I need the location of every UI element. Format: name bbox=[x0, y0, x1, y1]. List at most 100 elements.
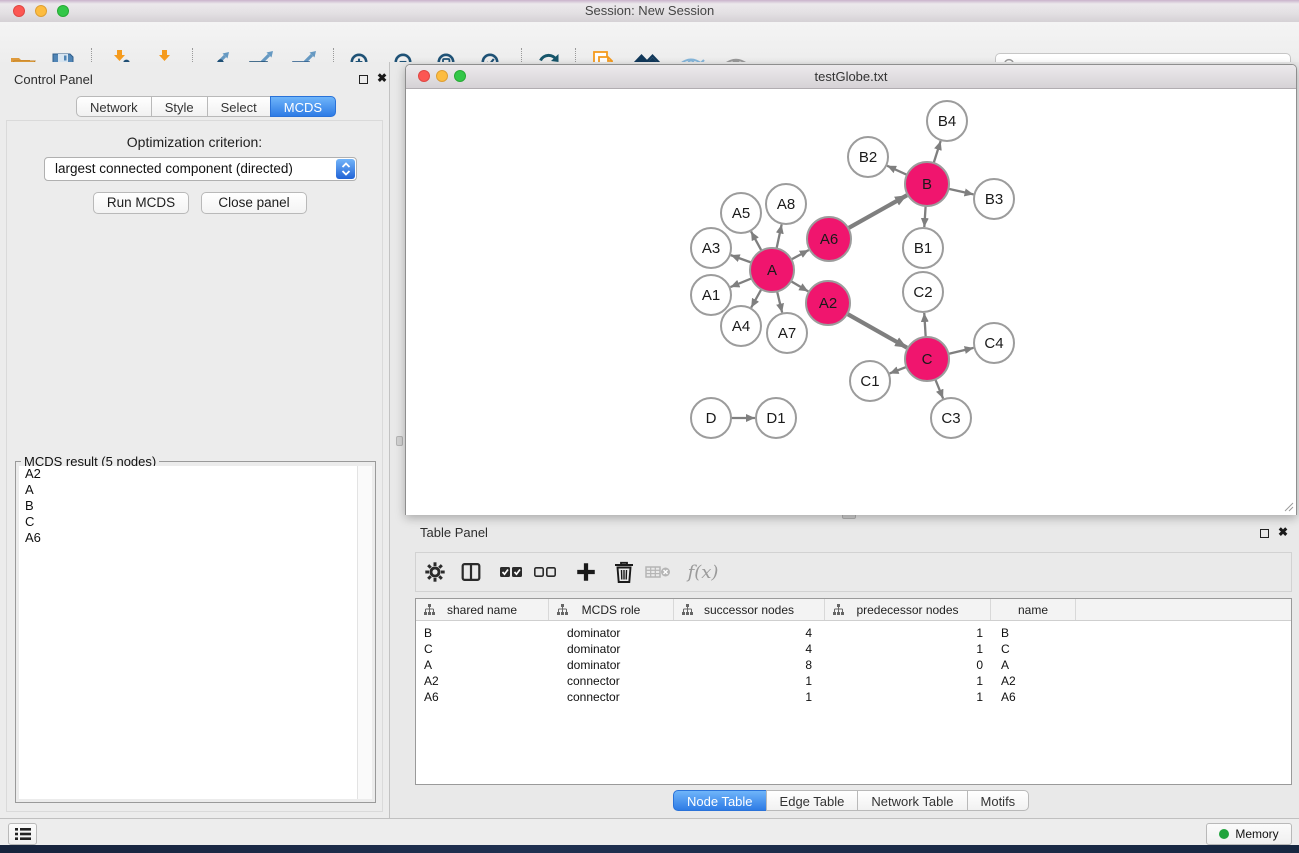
close-icon: ✖ bbox=[377, 71, 387, 85]
close-window-button[interactable] bbox=[13, 5, 25, 17]
table-settings-icon[interactable] bbox=[421, 558, 449, 586]
table-row[interactable]: B dominator 4 1 B bbox=[416, 625, 1291, 641]
deselect-all-icon[interactable] bbox=[531, 558, 559, 586]
zoom-window-button[interactable] bbox=[57, 5, 69, 17]
graph-node-label: A5 bbox=[732, 205, 750, 222]
cell[interactable]: C bbox=[991, 642, 1076, 656]
column-header-shared-name[interactable]: shared name bbox=[416, 599, 549, 620]
node-table: shared name MCDS role successor nodes pr… bbox=[415, 598, 1292, 785]
graph-node-label: D bbox=[706, 410, 717, 427]
result-scrollbar[interactable] bbox=[357, 466, 372, 799]
cell[interactable]: A6 bbox=[991, 690, 1076, 704]
list-item[interactable]: A2 bbox=[19, 466, 372, 482]
tab-select[interactable]: Select bbox=[207, 96, 271, 117]
cell[interactable]: dominator bbox=[549, 658, 674, 672]
control-panel-tabs: Network Style Select MCDS bbox=[76, 96, 336, 117]
cell[interactable]: 1 bbox=[825, 626, 991, 640]
cell[interactable]: 1 bbox=[825, 642, 991, 656]
network-graph[interactable]: AA1A2A3A4A5A6A7A8BB1B2B3B4CC1C2C3C4DD1 bbox=[406, 89, 1296, 515]
cell[interactable]: A6 bbox=[416, 690, 549, 704]
minimize-window-button[interactable] bbox=[35, 5, 47, 17]
criterion-value: largest connected component (directed) bbox=[55, 158, 293, 180]
tab-node-table[interactable]: Node Table bbox=[673, 790, 767, 811]
cell[interactable]: B bbox=[991, 626, 1076, 640]
graph-node-label: B4 bbox=[938, 113, 956, 130]
cell[interactable]: 8 bbox=[674, 658, 825, 672]
tab-network[interactable]: Network bbox=[76, 96, 152, 117]
float-icon bbox=[359, 75, 368, 84]
cell[interactable]: 0 bbox=[825, 658, 991, 672]
control-panel-float-button[interactable] bbox=[356, 72, 370, 86]
show-column-icon[interactable] bbox=[457, 558, 485, 586]
network-canvas[interactable]: AA1A2A3A4A5A6A7A8BB1B2B3B4CC1C2C3C4DD1 bbox=[406, 89, 1296, 515]
cell[interactable]: A bbox=[416, 658, 549, 672]
graph-node-label: C bbox=[922, 351, 933, 368]
column-header-successor-nodes[interactable]: successor nodes bbox=[674, 599, 825, 620]
cell[interactable]: 1 bbox=[674, 690, 825, 704]
cell[interactable]: 1 bbox=[674, 674, 825, 688]
resize-grip-icon[interactable] bbox=[1283, 501, 1294, 512]
cell[interactable]: 4 bbox=[674, 642, 825, 656]
cell[interactable]: 1 bbox=[825, 690, 991, 704]
select-all-icon[interactable] bbox=[497, 558, 525, 586]
criterion-dropdown[interactable]: largest connected component (directed) bbox=[44, 157, 357, 181]
tab-motifs[interactable]: Motifs bbox=[967, 790, 1030, 811]
list-item[interactable]: B bbox=[19, 498, 372, 514]
graph-node-label: C2 bbox=[913, 284, 932, 301]
mdi-vertical-scrollbar-thumb[interactable] bbox=[396, 436, 403, 446]
graph-node-label: A1 bbox=[702, 287, 720, 304]
delete-table-icon[interactable] bbox=[644, 558, 672, 586]
cell[interactable]: B bbox=[416, 626, 549, 640]
close-panel-button[interactable]: Close panel bbox=[201, 192, 307, 214]
table-row[interactable]: A dominator 8 0 A bbox=[416, 657, 1291, 673]
list-item[interactable]: A bbox=[19, 482, 372, 498]
column-header-name[interactable]: name bbox=[991, 599, 1076, 620]
window-title: Session: New Session bbox=[0, 0, 1299, 22]
network-minimize-button[interactable] bbox=[436, 70, 448, 82]
tab-mcds[interactable]: MCDS bbox=[270, 96, 336, 117]
cell[interactable]: dominator bbox=[549, 642, 674, 656]
graph-node-label: D1 bbox=[766, 410, 785, 427]
cell[interactable]: A2 bbox=[991, 674, 1076, 688]
cell[interactable]: connector bbox=[549, 690, 674, 704]
network-window: testGlobe.txt AA1A2A3A4A5A6A7A8BB1B2B3B4… bbox=[405, 64, 1297, 515]
delete-row-icon[interactable] bbox=[610, 558, 638, 586]
table-panel-close-button[interactable]: ✖ bbox=[1276, 525, 1290, 539]
network-window-titlebar[interactable]: testGlobe.txt bbox=[406, 65, 1296, 89]
network-zoom-button[interactable] bbox=[454, 70, 466, 82]
cell[interactable]: A2 bbox=[416, 674, 549, 688]
table-panel-title: Table Panel bbox=[420, 525, 488, 540]
function-builder-icon[interactable]: f(x) bbox=[683, 558, 723, 586]
control-panel-close-button[interactable]: ✖ bbox=[375, 71, 389, 85]
list-item[interactable]: A6 bbox=[19, 530, 372, 546]
memory-button[interactable]: Memory bbox=[1206, 823, 1292, 845]
memory-status-icon bbox=[1219, 829, 1229, 839]
cell[interactable]: 1 bbox=[825, 674, 991, 688]
column-header-predecessor-nodes[interactable]: predecessor nodes bbox=[825, 599, 991, 620]
table-row[interactable]: A6 connector 1 1 A6 bbox=[416, 689, 1291, 705]
table-row[interactable]: A2 connector 1 1 A2 bbox=[416, 673, 1291, 689]
tab-style[interactable]: Style bbox=[151, 96, 208, 117]
attribute-tree-icon bbox=[424, 604, 435, 615]
table-row[interactable]: C dominator 4 1 C bbox=[416, 641, 1291, 657]
graph-node-label: A8 bbox=[777, 196, 795, 213]
tab-edge-table[interactable]: Edge Table bbox=[766, 790, 859, 811]
show-panels-button[interactable] bbox=[8, 823, 37, 845]
close-icon: ✖ bbox=[1278, 525, 1288, 539]
cell[interactable]: C bbox=[416, 642, 549, 656]
cell[interactable]: 4 bbox=[674, 626, 825, 640]
column-header-mcds-role[interactable]: MCDS role bbox=[549, 599, 674, 620]
graph-node-label: A2 bbox=[819, 295, 837, 312]
cell[interactable]: A bbox=[991, 658, 1076, 672]
cell[interactable]: connector bbox=[549, 674, 674, 688]
table-panel-float-button[interactable] bbox=[1257, 526, 1271, 540]
network-close-button[interactable] bbox=[418, 70, 430, 82]
list-item[interactable]: C bbox=[19, 514, 372, 530]
column-label: predecessor nodes bbox=[856, 603, 958, 617]
tab-network-table[interactable]: Network Table bbox=[857, 790, 967, 811]
add-row-icon[interactable] bbox=[572, 558, 600, 586]
mcds-result-list[interactable]: A2 A B C A6 bbox=[19, 466, 372, 799]
run-mcds-button[interactable]: Run MCDS bbox=[93, 192, 189, 214]
column-label: name bbox=[1018, 603, 1048, 617]
cell[interactable]: dominator bbox=[549, 626, 674, 640]
